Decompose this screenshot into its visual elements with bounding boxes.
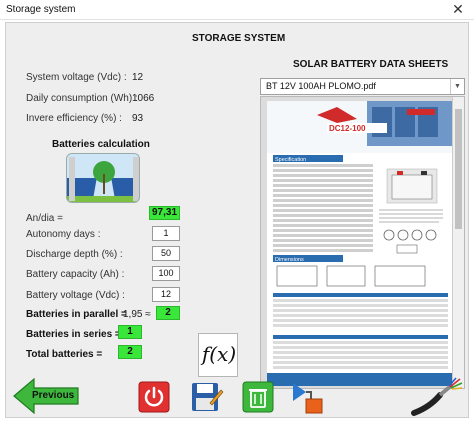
parallel-label: Batteries in parallel = (26, 309, 127, 320)
save-button[interactable] (190, 381, 224, 413)
datasheet-select-value: BT 12V 100AH PLOMO.pdf (266, 81, 376, 91)
window-title: Storage system (6, 4, 76, 15)
inverter-efficiency-label: Invere efficiency (%) : (26, 113, 122, 124)
an-dia-value: 97,31 (149, 206, 180, 220)
battery-voltage-label: Battery voltage (Vdc) : (26, 290, 125, 301)
formula-button[interactable]: f(x) (198, 333, 238, 377)
battery-capacity-input[interactable]: 100 (152, 266, 180, 281)
datasheet-document: DC12-100 Specification Dimensions (267, 101, 452, 386)
system-voltage-label: System voltage (Vdc) : (26, 72, 127, 83)
storage-window: STORAGE SYSTEM System voltage (Vdc) : 12… (5, 22, 469, 418)
spec-table (273, 164, 373, 252)
datasheet-page: DC12-100 Specification Dimensions (267, 101, 452, 386)
trash-icon (242, 381, 274, 413)
floppy-disk-icon (192, 383, 224, 411)
parallel-value: 2 (156, 306, 180, 320)
scrollbar-thumb[interactable] (455, 109, 462, 229)
battery-capacity-label: Battery capacity (Ah) : (26, 269, 125, 280)
daily-consumption-value: 1066 (132, 93, 155, 104)
datasheet-model: DC12-100 (329, 124, 366, 133)
autonomy-days-label: Autonomy days : (26, 229, 101, 240)
series-label: Batteries in series = (26, 329, 121, 340)
total-batteries-value: 2 (118, 345, 142, 359)
flow-arrow-icon (293, 383, 323, 414)
datasheets-label: SOLAR BATTERY DATA SHEETS (293, 59, 449, 70)
battery-illustration (67, 154, 139, 202)
discharge-depth-label: Discharge depth (%) : (26, 249, 123, 260)
daily-consumption-label: Daily consumption (Wh) : (26, 93, 138, 104)
battery-voltage-input[interactable]: 12 (152, 287, 180, 302)
chevron-down-icon[interactable]: ▼ (450, 79, 464, 94)
close-icon[interactable]: ✕ (446, 1, 470, 18)
autonomy-days-input[interactable]: 1 (152, 226, 180, 241)
page-title: STORAGE SYSTEM (192, 33, 286, 44)
datasheet-select[interactable]: BT 12V 100AH PLOMO.pdf ▼ (260, 78, 465, 95)
inverter-efficiency-value: 93 (132, 113, 144, 124)
previous-button[interactable]: Previous (12, 377, 80, 415)
fx-icon: f(x) (201, 342, 237, 366)
delete-button[interactable] (242, 381, 274, 413)
datasheet-spec-title: Specification (275, 157, 306, 163)
previous-label: Previous (32, 390, 75, 401)
export-button[interactable] (290, 379, 324, 415)
total-batteries-label: Total batteries = (26, 349, 103, 360)
parallel-approx: 1,95 ≈ (123, 309, 151, 320)
datasheet-dimensions-title: Dimensions (275, 257, 304, 263)
batteries-calculation-label: Batteries calculation (52, 139, 150, 150)
title-bar: Storage system ✕ (0, 0, 474, 20)
datasheet-scrollbar[interactable] (452, 97, 464, 388)
power-button[interactable] (138, 381, 170, 413)
cable-icon (411, 377, 463, 416)
power-icon (138, 381, 170, 413)
datasheet-viewer[interactable]: DC12-100 Specification Dimensions (260, 96, 465, 389)
discharge-depth-input[interactable]: 50 (152, 246, 180, 261)
battery-image (66, 153, 140, 203)
system-voltage-value: 12 (132, 72, 144, 83)
cable-button[interactable] (410, 377, 464, 417)
an-dia-label: An/dia = (26, 213, 63, 224)
series-value: 1 (118, 325, 142, 339)
